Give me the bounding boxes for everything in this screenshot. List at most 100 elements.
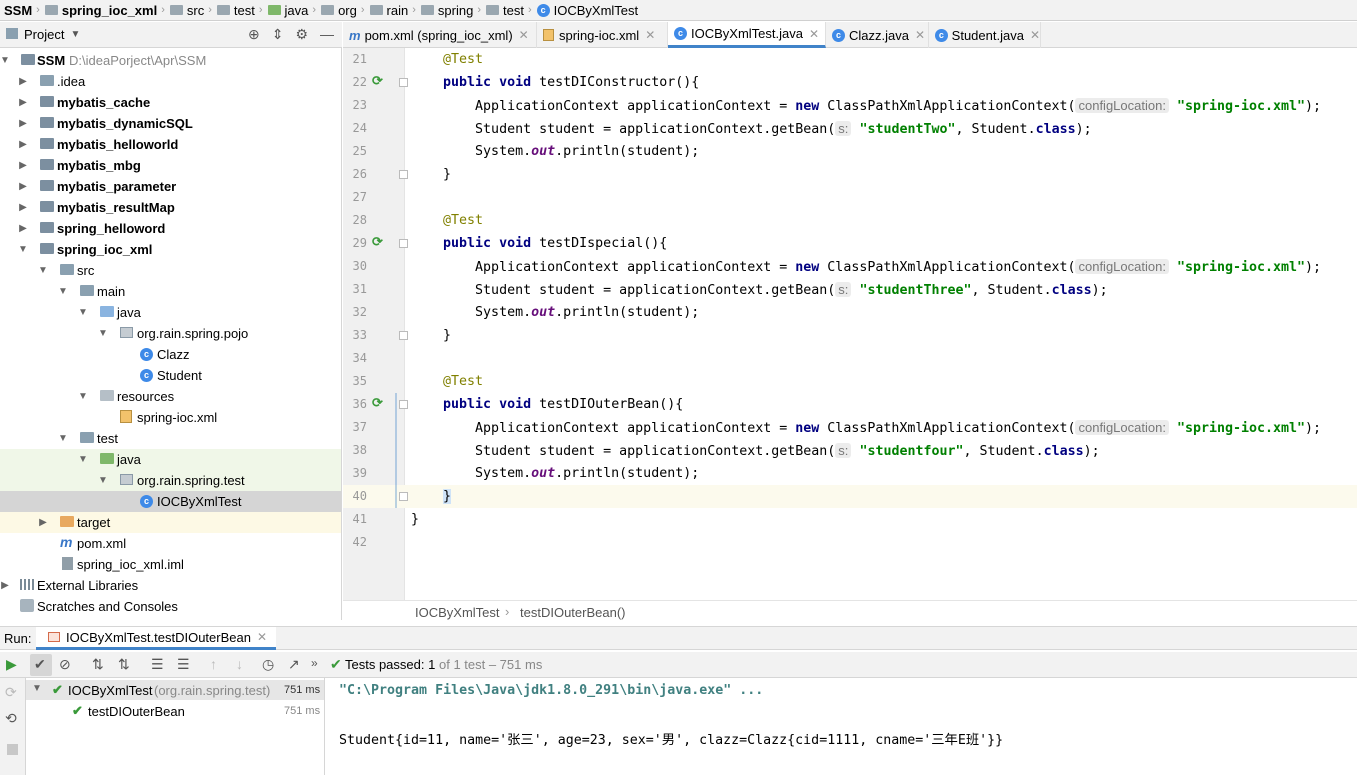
crumb-module[interactable]: spring_ioc_xml › xyxy=(44,0,170,21)
chevron-right-icon[interactable]: ▶ xyxy=(18,118,28,129)
chevron-down-icon[interactable]: ▼ xyxy=(78,391,88,402)
fold-marker[interactable] xyxy=(399,400,408,409)
close-icon[interactable]: ✕ xyxy=(1030,28,1040,42)
crumb-rain[interactable]: rain › xyxy=(369,0,421,21)
tree-item-student[interactable]: c Student xyxy=(0,365,341,386)
run-test-icon[interactable]: ⟳ xyxy=(372,234,386,249)
chevron-right-icon[interactable]: ▶ xyxy=(18,202,28,213)
show-passed-icon[interactable]: ✔ xyxy=(34,656,46,673)
tree-item-mybatis-resultmap[interactable]: ▶ mybatis_resultMap xyxy=(0,197,341,218)
rerun-failed-icon[interactable]: ⟳ xyxy=(5,684,17,701)
crumb-java[interactable]: java › xyxy=(267,0,322,21)
chevron-right-icon[interactable]: ▶ xyxy=(18,139,28,150)
chevron-down-icon[interactable]: ▼ xyxy=(78,454,88,465)
tree-item-scratches[interactable]: Scratches and Consoles xyxy=(0,596,341,617)
chevron-right-icon[interactable]: ▶ xyxy=(0,580,10,591)
next-icon[interactable]: ↓ xyxy=(236,656,243,672)
previous-icon[interactable]: ↑ xyxy=(210,656,217,672)
tree-item-pojo-package[interactable]: ▼ org.rain.spring.pojo xyxy=(0,323,341,344)
chevron-down-icon[interactable]: ▼ xyxy=(38,265,48,276)
tree-item-clazz[interactable]: c Clazz xyxy=(0,344,341,365)
minimize-icon[interactable]: — xyxy=(320,26,334,43)
tree-item-mybatis-parameter[interactable]: ▶ mybatis_parameter xyxy=(0,176,341,197)
tree-item-target[interactable]: ▶ target xyxy=(0,512,341,533)
chevron-down-icon[interactable]: ▼ xyxy=(58,433,68,444)
tree-item-main-java[interactable]: ▼ java xyxy=(0,302,341,323)
tab-clazz[interactable]: c Clazz.java ✕ xyxy=(826,22,929,48)
chevron-down-icon[interactable]: ▼ xyxy=(18,244,28,255)
crumb-class[interactable]: IOCByXmlTest xyxy=(415,605,500,620)
run-test-icon[interactable]: ⟳ xyxy=(372,395,386,410)
chevron-right-icon[interactable]: ▶ xyxy=(18,97,28,108)
crumb-org[interactable]: org › xyxy=(321,0,369,21)
gear-icon[interactable]: ⚙ xyxy=(295,26,308,43)
chevron-right-icon[interactable]: ▶ xyxy=(18,181,28,192)
fold-marker[interactable] xyxy=(399,170,408,179)
chevron-down-icon[interactable]: ▼ xyxy=(0,55,10,66)
tree-item-external-libraries[interactable]: ▶ External Libraries xyxy=(0,575,341,596)
tab-student[interactable]: c Student.java ✕ xyxy=(929,22,1041,48)
console-output[interactable]: "C:\Program Files\Java\jdk1.8.0_291\bin\… xyxy=(326,678,1357,775)
tree-item-spring-ioc-xml-file[interactable]: spring-ioc.xml xyxy=(0,407,341,428)
more-icon[interactable]: » xyxy=(311,656,318,670)
close-icon[interactable]: ✕ xyxy=(915,28,925,42)
tab-pom-xml[interactable]: m pom.xml (spring_ioc_xml) ✕ xyxy=(343,22,537,48)
tree-item-idea[interactable]: ▶ .idea xyxy=(0,71,341,92)
tree-item-iml[interactable]: spring_ioc_xml.iml xyxy=(0,554,341,575)
collapse-all-icon[interactable]: ⇕ xyxy=(272,26,284,43)
tree-item-src[interactable]: ▼ src xyxy=(0,260,341,281)
close-icon[interactable]: ✕ xyxy=(257,630,267,644)
run-test-icon[interactable]: ⟳ xyxy=(372,73,386,88)
chevron-down-icon[interactable]: ▼ xyxy=(98,475,108,486)
chevron-down-icon[interactable]: ▼ xyxy=(78,307,88,318)
tree-item-test-package[interactable]: ▼ org.rain.spring.test xyxy=(0,470,341,491)
chevron-right-icon[interactable]: ▶ xyxy=(18,223,28,234)
toggle-auto-test-icon[interactable]: ⟲ xyxy=(5,710,17,727)
crumb-class[interactable]: c IOCByXmlTest xyxy=(536,0,638,21)
stop-icon[interactable] xyxy=(7,744,18,755)
tree-item-spring-helloword[interactable]: ▶ spring_helloword xyxy=(0,218,341,239)
chevron-down-icon[interactable]: ▼ xyxy=(70,29,80,40)
close-icon[interactable]: ✕ xyxy=(809,27,819,41)
tree-item-main[interactable]: ▼ main xyxy=(0,281,341,302)
fold-marker[interactable] xyxy=(399,239,408,248)
rerun-icon[interactable]: ▶ xyxy=(6,656,17,673)
tab-run-config[interactable]: IOCByXmlTest.testDIOuterBean ✕ xyxy=(36,627,276,650)
crumb-spring[interactable]: spring › xyxy=(420,0,486,21)
fold-marker[interactable] xyxy=(399,331,408,340)
chevron-down-icon[interactable]: ▼ xyxy=(58,286,68,297)
export-icon[interactable]: ↗ xyxy=(288,656,300,673)
sort-alpha-icon[interactable]: ⇅ xyxy=(92,656,104,673)
locate-icon[interactable]: ⊕ xyxy=(248,26,260,43)
expand-all-icon[interactable]: ☰ xyxy=(151,656,164,673)
collapse-all-icon[interactable]: ☰ xyxy=(177,656,190,673)
tree-item-pom[interactable]: m pom.xml xyxy=(0,533,341,554)
fold-marker[interactable] xyxy=(399,78,408,87)
tree-item-mybatis-cache[interactable]: ▶ mybatis_cache xyxy=(0,92,341,113)
test-method-row[interactable]: ✔ testDIOuterBean 751 ms xyxy=(26,701,324,721)
close-icon[interactable]: ✕ xyxy=(519,28,529,42)
tree-item-test-java[interactable]: ▼ java xyxy=(0,449,341,470)
crumb-test[interactable]: test › xyxy=(216,0,268,21)
project-view-selector[interactable]: Project xyxy=(24,27,64,42)
tree-item-mybatis-dynamicsql[interactable]: ▶ mybatis_dynamicSQL xyxy=(0,113,341,134)
close-icon[interactable]: ✕ xyxy=(645,28,655,42)
tree-item-iocbyxmltest[interactable]: c IOCByXmlTest xyxy=(0,491,341,512)
tree-item-mybatis-mbg[interactable]: ▶ mybatis_mbg xyxy=(0,155,341,176)
show-ignored-icon[interactable]: ⊘ xyxy=(59,656,71,673)
tab-iocbyxmltest[interactable]: c IOCByXmlTest.java ✕ xyxy=(668,22,826,48)
fold-marker[interactable] xyxy=(399,492,408,501)
crumb-ssm[interactable]: SSM › xyxy=(4,0,45,21)
history-icon[interactable]: ◷ xyxy=(262,656,274,673)
test-class-row[interactable]: ▼ ✔ IOCByXmlTest (org.rain.spring.test) … xyxy=(26,680,324,700)
sort-duration-icon[interactable]: ⇅ xyxy=(118,656,130,673)
tree-item-resources[interactable]: ▼ resources xyxy=(0,386,341,407)
chevron-right-icon[interactable]: ▶ xyxy=(18,160,28,171)
crumb-method[interactable]: testDIOuterBean() xyxy=(520,605,626,620)
tree-item-spring-ioc-xml[interactable]: ▼ spring_ioc_xml xyxy=(0,239,341,260)
chevron-down-icon[interactable]: ▼ xyxy=(98,328,108,339)
crumb-test-pkg[interactable]: test › xyxy=(486,0,537,21)
tree-item-ssm[interactable]: ▼ SSM D:\ideaPorject\Apr\SSM xyxy=(0,50,341,71)
tree-item-mybatis-helloworld[interactable]: ▶ mybatis_helloworld xyxy=(0,134,341,155)
chevron-right-icon[interactable]: ▶ xyxy=(18,76,28,87)
